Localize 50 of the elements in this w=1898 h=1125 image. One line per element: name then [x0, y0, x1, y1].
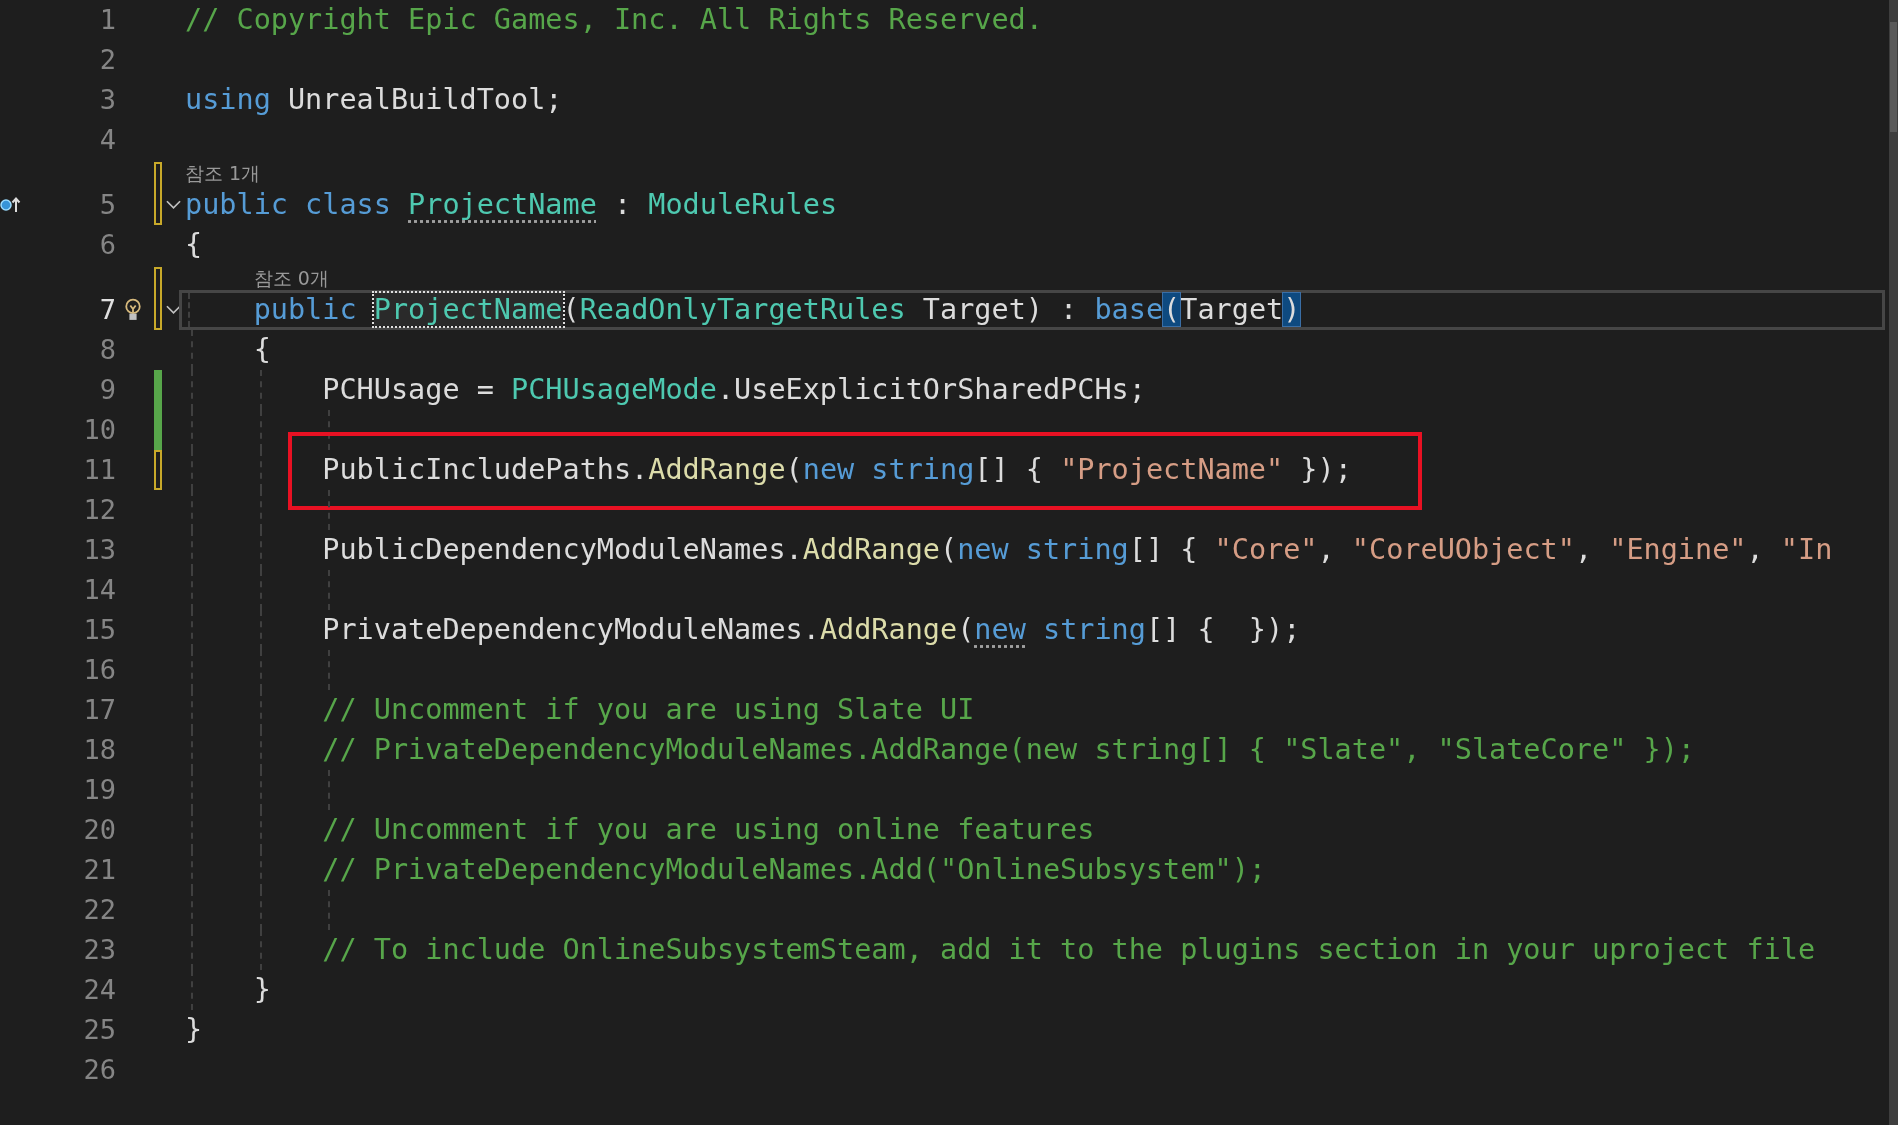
reference-count[interactable]: 참조 1개 — [185, 161, 261, 185]
circle-arrow-icon[interactable] — [0, 196, 22, 214]
line-number: 14 — [83, 573, 116, 607]
line-number: 9 — [99, 373, 116, 407]
code-line: using UnrealBuildTool; — [185, 82, 563, 118]
code-line: } — [252, 972, 271, 1008]
line-number: 22 — [83, 893, 116, 927]
line-number: 2 — [99, 43, 116, 77]
code-line: } — [185, 1012, 203, 1048]
lightbulb-icon[interactable] — [124, 298, 142, 322]
line-number: 3 — [99, 83, 116, 117]
code-line: // PrivateDependencyModuleNames.Add("OnlineSubsystem"); — [321, 852, 1266, 888]
line-number: 8 — [99, 333, 116, 367]
line-number: 4 — [99, 123, 116, 157]
collapse-icon[interactable] — [166, 305, 181, 315]
code-line: // PrivateDependencyModuleNames.AddRange(new string[] { "Slate", "SlateCore" }); — [321, 732, 1695, 768]
line-number: 26 — [83, 1053, 116, 1087]
line-number: 1 — [99, 3, 116, 37]
line-number: 19 — [83, 773, 116, 807]
scrollbar[interactable] — [1889, 0, 1898, 1125]
code-line: public class ProjectName : ModuleRules — [185, 187, 838, 223]
code-line: // Uncomment if you are using online features — [321, 812, 1095, 848]
line-number: 16 — [83, 653, 116, 687]
line-number: 13 — [83, 533, 116, 567]
code-line: // To include OnlineSubsystemSteam, add it to the plugins section in your uproject file — [321, 932, 1816, 968]
code-line: PublicDependencyModuleNames.AddRange(new string[] { "Core", "CoreUObject", "Engine", "In — [321, 532, 1833, 568]
line-number: 17 — [83, 693, 116, 727]
line-number: 10 — [83, 413, 116, 447]
line-number: 23 — [83, 933, 116, 967]
code-line: public ProjectName(ReadOnlyTargetRules Target) : base(Target) — [252, 292, 1301, 328]
line-number: 6 — [99, 228, 116, 262]
code-line: // Copyright Epic Games, Inc. All Rights Reserved. — [185, 2, 1043, 38]
line-number: 24 — [83, 973, 116, 1007]
code-line: PCHUsage = PCHUsageMode.UseExplicitOrSharedPCHs; — [321, 372, 1146, 408]
line-number: 5 — [99, 188, 116, 222]
code-line: { — [252, 332, 271, 368]
line-number: 18 — [83, 733, 116, 767]
line-number: 20 — [83, 813, 116, 847]
line-number: 7 — [99, 293, 116, 327]
code-line: { — [185, 227, 203, 263]
line-number: 11 — [83, 453, 116, 487]
collapse-icon[interactable] — [166, 200, 181, 210]
line-number: 21 — [83, 853, 116, 887]
line-number: 25 — [83, 1013, 116, 1047]
code-line: PublicIncludePaths.AddRange(new string[] { "ProjectName" }); — [321, 452, 1352, 488]
code-line: // Uncomment if you are using Slate UI — [321, 692, 975, 728]
line-number: 15 — [83, 613, 116, 647]
reference-count[interactable]: 참조 0개 — [185, 266, 329, 290]
code-line: PrivateDependencyModuleNames.AddRange(new string[] { }); — [321, 612, 1301, 648]
line-number: 12 — [83, 493, 116, 527]
